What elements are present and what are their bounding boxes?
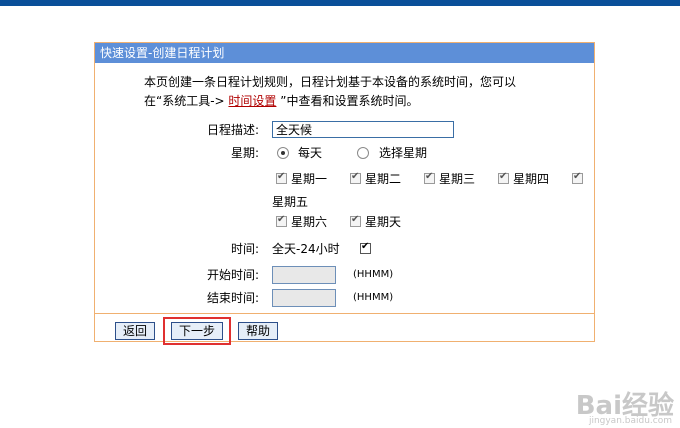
week-label: 星期: [230,146,259,160]
desc-label: 日程描述: [206,123,259,137]
day-5-label: 星期五 [272,195,309,209]
checkbox-day-2[interactable] [350,171,361,184]
day-6-label: 星期六 [291,215,328,229]
intro-line-1: 本页创建一条日程计划规则，日程计划基于本设备的系统时间，您可以 [144,75,517,89]
intro-text: 本页创建一条日程计划规则，日程计划基于本设备的系统时间，您可以 在“系统工具->… [144,73,564,111]
checkbox-day-4[interactable] [498,171,509,184]
intro-line-2: 在“系统工具-> 时间设置 ”中查看和设置系统时间。 [144,92,564,111]
time-label: 时间: [230,242,259,256]
day-7-label: 星期天 [365,215,402,229]
time-settings-link[interactable]: 时间设置 [228,94,276,108]
intro-line-2-post: ”中查看和设置系统时间。 [276,94,419,108]
day-4-label: 星期四 [513,172,550,186]
desc-input[interactable] [272,121,454,138]
day-3-label: 星期三 [439,172,476,186]
checkbox-day-3[interactable] [424,171,435,184]
radio-select-label: 选择星期 [379,146,428,160]
schedule-panel: 快速设置-创建日程计划 本页创建一条日程计划规则，日程计划基于本设备的系统时间，… [94,42,595,345]
day-2-label: 星期二 [365,172,402,186]
checkbox-day-6[interactable] [276,214,287,227]
radio-everyday-label: 每天 [298,146,323,160]
help-button[interactable]: 帮助 [238,322,278,340]
start-hint: (HHMM) [353,269,394,280]
radio-select-week[interactable] [357,147,369,159]
checkbox-day-7[interactable] [350,214,361,227]
footer-divider [95,313,594,314]
intro-line-2-pre: 在“系统工具-> [144,94,229,108]
radio-everyday[interactable] [277,147,289,159]
back-button[interactable]: 返回 [115,322,155,340]
start-time-input[interactable] [272,266,336,284]
allday-label: 全天-24小时 [272,242,340,256]
day-1-label: 星期一 [291,172,328,186]
start-label: 开始时间: [206,268,259,282]
end-time-input[interactable] [272,289,336,307]
end-label: 结束时间: [206,291,259,305]
end-hint: (HHMM) [353,292,394,303]
panel-title: 快速设置-创建日程计划 [95,43,594,63]
checkbox-allday[interactable] [360,241,371,254]
watermark-url: jingyan.baidu.com [588,416,672,426]
next-button[interactable]: 下一步 [171,322,223,340]
top-bar [0,0,680,6]
checkbox-day-5[interactable] [572,171,583,184]
checkbox-day-1[interactable] [276,171,287,184]
